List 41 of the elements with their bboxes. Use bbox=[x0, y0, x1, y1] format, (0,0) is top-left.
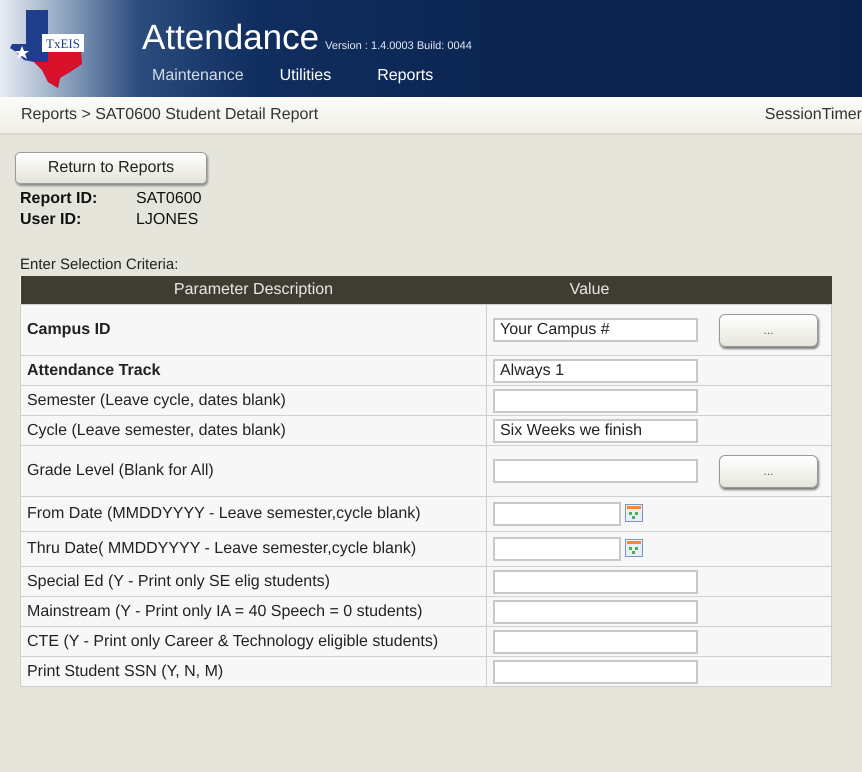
table-cell: Thru Date( MMDDYYYY - Leave semester,cycle blank) bbox=[20, 532, 486, 566]
table-cell: Attendance Track bbox=[20, 356, 486, 386]
criteria-label: Enter Selection Criteria: bbox=[20, 256, 180, 273]
input-field[interactable] bbox=[493, 388, 698, 412]
table-cell: Cycle (Leave semester, dates blank) bbox=[20, 416, 486, 446]
table-cell: Mainstream (Y - Print only IA = 40 Speech = 0 students) bbox=[20, 596, 486, 626]
input-field[interactable] bbox=[493, 630, 698, 654]
input-field[interactable] bbox=[493, 600, 698, 624]
table-cell: Special Ed (Y - Print only SE elig students) bbox=[20, 566, 486, 596]
date-field[interactable] bbox=[493, 537, 621, 561]
info-value: SAT0600 bbox=[136, 190, 203, 208]
table-cell: Semester (Leave cycle, dates blank) bbox=[20, 386, 486, 416]
version-text: Version : 1.4.0003 Build: 0044 bbox=[325, 40, 472, 52]
menu-item[interactable]: Reports bbox=[367, 67, 444, 85]
breadcrumb: Reports > SAT0600 Student Detail Report bbox=[21, 106, 318, 124]
input-field[interactable]: Your Campus # bbox=[493, 318, 698, 342]
column-header: Value bbox=[486, 276, 832, 304]
info-label: Report ID: bbox=[20, 190, 98, 208]
column-header: Parameter Description bbox=[20, 276, 486, 304]
lookup-button[interactable]: ... bbox=[719, 314, 818, 346]
lookup-button[interactable]: ... bbox=[719, 454, 818, 488]
table-cell: Print Student SSN (Y, N, M) bbox=[20, 656, 486, 686]
calendar-icon[interactable] bbox=[625, 539, 643, 557]
return-button[interactable]: Return to Reports bbox=[15, 152, 207, 184]
info-label: User ID: bbox=[20, 211, 82, 229]
input-field[interactable]: Six Weeks we finish bbox=[493, 418, 698, 442]
table-cell: Campus ID bbox=[20, 304, 486, 356]
menu-item[interactable]: Maintenance bbox=[142, 67, 254, 85]
input-field[interactable] bbox=[493, 459, 698, 483]
input-field[interactable] bbox=[493, 570, 698, 594]
info-value: LJONES bbox=[136, 211, 200, 229]
input-field[interactable] bbox=[493, 660, 698, 684]
session-timer: SessionTimer bbox=[764, 106, 862, 124]
date-field[interactable] bbox=[493, 502, 621, 526]
menu-item[interactable]: Utilities bbox=[270, 67, 342, 85]
table-cell: Grade Level (Blank for All) bbox=[20, 446, 486, 496]
table-cell: CTE (Y - Print only Career & Technology eligible students) bbox=[20, 626, 486, 656]
input-field[interactable]: Always 1 bbox=[493, 358, 698, 382]
calendar-icon[interactable] bbox=[625, 504, 643, 522]
table-cell: From Date (MMDDYYYY - Leave semester,cycle blank) bbox=[20, 496, 486, 532]
app-title: Attendance bbox=[142, 18, 320, 58]
